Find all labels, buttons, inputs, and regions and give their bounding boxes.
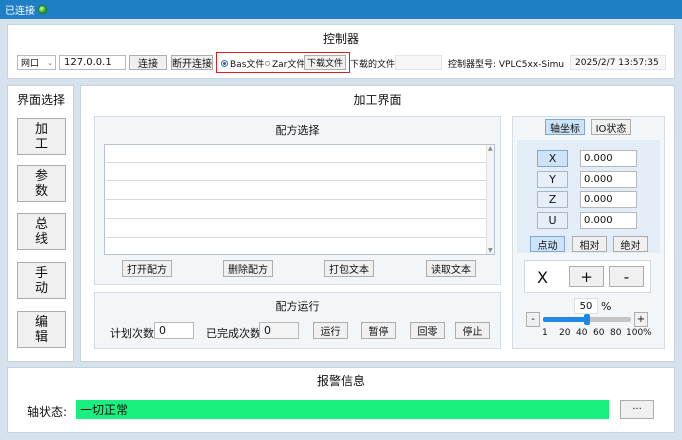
axis-state-label: 轴状态: bbox=[27, 405, 68, 419]
nav-params-button[interactable]: 参数 bbox=[17, 165, 66, 202]
axis-x-position: 0.000 bbox=[580, 150, 637, 167]
axis-x-button[interactable]: X bbox=[537, 150, 568, 167]
datetime-display: 2025/2/7 13:57:35 bbox=[570, 55, 666, 70]
slider-tick-label: 60 bbox=[593, 328, 605, 338]
radio-unselected-icon bbox=[265, 61, 270, 66]
connection-status-icon bbox=[38, 5, 47, 14]
axis-z-position: 0.000 bbox=[580, 191, 637, 208]
axis-u-position: 0.000 bbox=[580, 212, 637, 229]
jog-plus-button[interactable]: + bbox=[569, 266, 604, 287]
read-text-button[interactable]: 读取文本 bbox=[426, 260, 476, 277]
process-title: 加工界面 bbox=[353, 93, 402, 107]
planned-count-input[interactable]: 0 bbox=[154, 322, 194, 339]
slider-tick-label: 40 bbox=[576, 328, 588, 338]
recipe-list-row bbox=[106, 162, 486, 163]
scroll-down-icon[interactable]: ▼ bbox=[488, 247, 493, 254]
recipe-list-row bbox=[106, 237, 486, 238]
speed-slider[interactable] bbox=[543, 314, 631, 325]
stop-button[interactable]: 停止 bbox=[455, 322, 490, 339]
ip-address-input[interactable]: 127.0.0.1 bbox=[59, 55, 126, 70]
title-bar: 已连接 bbox=[0, 0, 682, 19]
axis-y-position: 0.000 bbox=[580, 171, 637, 188]
download-file-button[interactable]: 下载文件 bbox=[304, 55, 346, 70]
downloaded-file-field bbox=[395, 55, 442, 70]
connect-button[interactable]: 连接 bbox=[129, 55, 167, 70]
recipe-run-title: 配方运行 bbox=[275, 300, 320, 313]
axis-y-button[interactable]: Y bbox=[537, 171, 568, 188]
jog-mode-button[interactable]: 点动 bbox=[530, 236, 565, 252]
jog-minus-button[interactable]: - bbox=[609, 266, 644, 287]
absolute-mode-button[interactable]: 绝对 bbox=[613, 236, 648, 252]
speed-decrease-button[interactable]: - bbox=[526, 312, 540, 327]
recipe-list-row bbox=[106, 180, 486, 181]
nav-edit-button[interactable]: 编辑 bbox=[17, 311, 66, 348]
nav-process-button[interactable]: 加工 bbox=[17, 118, 66, 155]
speed-slider-thumb[interactable] bbox=[583, 314, 590, 325]
delete-recipe-button[interactable]: 删除配方 bbox=[223, 260, 273, 277]
speed-slider-ticks: 1 20 40 60 80 100% bbox=[538, 328, 652, 340]
recipe-select-title: 配方选择 bbox=[275, 124, 320, 137]
recipe-list-scrollbar[interactable]: ▲ ▼ bbox=[486, 145, 494, 254]
speed-slider-fill bbox=[543, 317, 587, 322]
radio-selected-icon bbox=[221, 60, 228, 67]
home-button[interactable]: 回零 bbox=[410, 322, 445, 339]
relative-mode-button[interactable]: 相对 bbox=[572, 236, 607, 252]
pause-button[interactable]: 暂停 bbox=[361, 322, 396, 339]
tab-axis-coordinates[interactable]: 轴坐标 bbox=[545, 119, 585, 135]
completed-count-field: 0 bbox=[259, 322, 299, 339]
slider-tick-label: 1 bbox=[542, 328, 548, 338]
disconnect-button[interactable]: 断开连接 bbox=[171, 55, 213, 70]
axis-u-button[interactable]: U bbox=[537, 212, 568, 229]
controller-title: 控制器 bbox=[322, 32, 359, 46]
slider-tick-label: 100% bbox=[626, 328, 652, 338]
speed-increase-button[interactable]: + bbox=[634, 312, 648, 327]
speed-unit-label: % bbox=[601, 300, 612, 313]
open-recipe-button[interactable]: 打开配方 bbox=[122, 260, 172, 277]
tab-io-status[interactable]: IO状态 bbox=[591, 119, 631, 135]
connection-type-select[interactable]: 网口 ⌄ bbox=[17, 55, 56, 70]
axis-z-button[interactable]: Z bbox=[537, 191, 568, 208]
slider-tick-label: 80 bbox=[610, 328, 622, 338]
completed-count-label: 已完成次数 bbox=[206, 327, 261, 340]
nav-title: 界面选择 bbox=[17, 93, 66, 107]
downloaded-file-label: 下载的文件: bbox=[350, 60, 399, 70]
scroll-up-icon[interactable]: ▲ bbox=[488, 145, 493, 152]
axis-state-indicator: 一切正常 bbox=[76, 400, 609, 419]
zar-file-radio[interactable]: Zar文件 bbox=[265, 57, 305, 70]
more-alarms-button[interactable]: ··· bbox=[620, 400, 654, 419]
connection-status-text: 已连接 bbox=[5, 6, 35, 17]
chevron-down-icon: ⌄ bbox=[47, 58, 53, 67]
jog-axis-label: X bbox=[537, 268, 548, 287]
speed-percent-field: 50 bbox=[574, 298, 598, 314]
planned-count-label: 计划次数 bbox=[110, 327, 154, 340]
nav-manual-button[interactable]: 手动 bbox=[17, 262, 66, 299]
nav-bus-button[interactable]: 总线 bbox=[17, 213, 66, 250]
controller-model-label: 控制器型号: VPLC5xx-Simu bbox=[448, 60, 565, 70]
pack-text-button[interactable]: 打包文本 bbox=[324, 260, 374, 277]
recipe-list-row bbox=[106, 218, 486, 219]
alarm-title: 报警信息 bbox=[316, 374, 365, 388]
slider-tick-label: 20 bbox=[559, 328, 571, 338]
recipe-list-row bbox=[106, 199, 486, 200]
bas-file-radio[interactable]: Bas文件 bbox=[221, 57, 264, 70]
run-button[interactable]: 运行 bbox=[313, 322, 348, 339]
